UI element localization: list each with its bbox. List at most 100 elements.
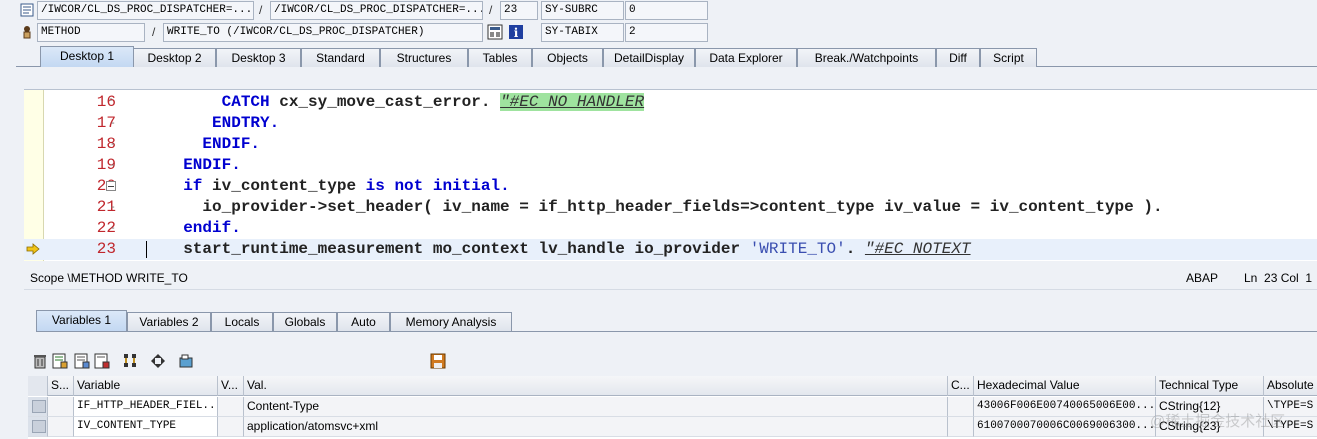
- grid-header: S... Variable V... Val. C... Hexadecimal…: [28, 376, 1317, 396]
- trash-icon[interactable]: [32, 353, 48, 369]
- current-statement-arrow-icon: [26, 243, 40, 255]
- cell-value[interactable]: Content-Type: [244, 397, 948, 417]
- table-row[interactable]: IV_CONTENT_TYPE application/atomsvc+xml …: [28, 417, 1317, 437]
- fold-line: -: [111, 138, 115, 150]
- code-text: CATCH cx_sy_move_cast_error. "#EC NO HAN…: [164, 92, 645, 113]
- separator: /: [489, 3, 493, 17]
- tab-breakpoints[interactable]: Break./Watchpoints: [797, 48, 936, 67]
- tab-desktop-2[interactable]: Desktop 2: [133, 48, 216, 67]
- tab-script[interactable]: Script: [980, 48, 1037, 67]
- method-icon: [23, 26, 31, 39]
- desktop-tabbar: Desktop 1 Desktop 2 Desktop 3 Standard S…: [16, 46, 1317, 67]
- fold-line: -: [111, 222, 115, 234]
- tab-diff[interactable]: Diff: [936, 48, 980, 67]
- column-header-c[interactable]: C...: [948, 376, 974, 396]
- sysvar-label: SY-SUBRC: [541, 1, 624, 20]
- line-number: 16: [96, 93, 116, 111]
- identifier: .: [845, 240, 865, 258]
- tab-variables-2[interactable]: Variables 2: [127, 312, 211, 331]
- row-selector-header[interactable]: [28, 376, 48, 396]
- separator: /: [259, 3, 263, 17]
- column-header-value[interactable]: Val.: [244, 376, 948, 396]
- row-selector[interactable]: [28, 397, 48, 417]
- code-editor[interactable]: 16 ◦ CATCH cx_sy_move_cast_error. "#EC N…: [24, 89, 1317, 261]
- table-row[interactable]: IF_HTTP_HEADER_FIEL... Content-Type 4300…: [28, 397, 1317, 417]
- cell-c: [948, 417, 974, 437]
- row-selector[interactable]: [28, 417, 48, 437]
- cell-c: [948, 397, 974, 417]
- identifier: iv_content_type: [212, 177, 366, 195]
- tab-variables-1[interactable]: Variables 1: [36, 310, 127, 331]
- column-header-technical-type[interactable]: Technical Type: [1156, 376, 1264, 396]
- code-text: ENDIF.: [164, 155, 241, 176]
- cell-hex: 43006F006E00740065006E00...: [974, 397, 1156, 417]
- row-select-box[interactable]: [32, 400, 46, 413]
- event-type-field[interactable]: METHOD: [37, 23, 145, 42]
- include-field[interactable]: /IWCOR/CL_DS_PROC_DISPATCHER=...: [270, 1, 483, 20]
- line-field[interactable]: 23: [500, 1, 538, 20]
- code-line[interactable]: 20 if iv_content_type is not initial.: [24, 176, 1317, 197]
- expand-icon[interactable]: [150, 353, 166, 369]
- local-save-icon[interactable]: [430, 353, 446, 369]
- tab-memory-analysis[interactable]: Memory Analysis: [390, 312, 512, 331]
- table-icon[interactable]: [74, 353, 90, 369]
- fold-line: -: [111, 117, 115, 129]
- keyword: ENDIF.: [164, 156, 241, 174]
- code-text: io_provider->set_header( iv_name = if_ht…: [164, 197, 1162, 218]
- identifier: cx_sy_move_cast_error.: [279, 93, 501, 111]
- code-line[interactable]: 16 ◦ CATCH cx_sy_move_cast_error. "#EC N…: [24, 92, 1317, 113]
- program-icon: [20, 3, 34, 17]
- row-select-box[interactable]: [32, 420, 46, 433]
- code-line[interactable]: 19 - ENDIF.: [24, 155, 1317, 176]
- code-line-current[interactable]: 23 start_runtime_measurement mo_context …: [24, 239, 1317, 260]
- code-line[interactable]: 21 - io_provider->set_header( iv_name = …: [24, 197, 1317, 218]
- object-icon[interactable]: [178, 353, 194, 369]
- tree-icon[interactable]: [122, 353, 138, 369]
- line-number: 21: [96, 198, 116, 216]
- grid-toolbar: [30, 351, 1310, 371]
- fold-toggle-icon[interactable]: [106, 181, 116, 191]
- pragma-comment: "#EC NOTEXT: [864, 240, 971, 258]
- keyword: ENDIF.: [164, 135, 261, 153]
- sysvar-value[interactable]: 2: [625, 23, 708, 42]
- edit-icon[interactable]: [52, 353, 68, 369]
- cell-value[interactable]: application/atomsvc+xml: [244, 417, 948, 437]
- language-label: ABAP: [1186, 271, 1219, 285]
- code-line[interactable]: 18 - ENDIF.: [24, 134, 1317, 155]
- column-header-absolute[interactable]: Absolute: [1264, 376, 1317, 396]
- tab-structures[interactable]: Structures: [380, 48, 468, 67]
- tab-globals[interactable]: Globals: [273, 312, 337, 331]
- cell-variable[interactable]: IV_CONTENT_TYPE: [74, 417, 218, 437]
- tab-tables[interactable]: Tables: [468, 48, 532, 67]
- identifier: start_runtime_measurement mo_context lv_…: [164, 240, 750, 258]
- tab-data-explorer[interactable]: Data Explorer: [695, 48, 797, 67]
- tab-standard[interactable]: Standard: [301, 48, 380, 67]
- tab-locals[interactable]: Locals: [211, 312, 273, 331]
- code-line[interactable]: 17 - ENDTRY.: [24, 113, 1317, 134]
- sysvar-value[interactable]: 0: [625, 1, 708, 20]
- tab-objects[interactable]: Objects: [532, 48, 603, 67]
- column-header-v[interactable]: V...: [218, 376, 244, 396]
- pragma-comment: "#EC NO HANDLER: [500, 93, 645, 111]
- code-line[interactable]: 22 - endif.: [24, 218, 1317, 239]
- save-icon[interactable]: [94, 353, 110, 369]
- column-header-variable[interactable]: Variable: [74, 376, 218, 396]
- variables-tabbar: Variables 1 Variables 2 Locals Globals A…: [36, 310, 1317, 332]
- tab-desktop-3[interactable]: Desktop 3: [216, 48, 301, 67]
- tab-auto[interactable]: Auto: [337, 312, 390, 331]
- info-icon[interactable]: i: [508, 24, 524, 40]
- cell-s: [48, 397, 74, 417]
- cell-hex: 6100700070006C0069006300...: [974, 417, 1156, 437]
- cell-variable[interactable]: IF_HTTP_HEADER_FIEL...: [74, 397, 218, 417]
- code-text: ENDTRY.: [164, 113, 279, 134]
- tab-detail-display[interactable]: DetailDisplay: [603, 48, 695, 67]
- source-code-icon[interactable]: [487, 24, 503, 40]
- variables-grid: S... Variable V... Val. C... Hexadecimal…: [28, 376, 1317, 439]
- event-name-field[interactable]: WRITE_TO (/IWCOR/CL_DS_PROC_DISPATCHER): [163, 23, 483, 42]
- column-header-s[interactable]: S...: [48, 376, 74, 396]
- program-field[interactable]: /IWCOR/CL_DS_PROC_DISPATCHER=...: [37, 1, 254, 20]
- tab-desktop-1[interactable]: Desktop 1: [40, 46, 134, 67]
- line-number: 18: [96, 135, 116, 153]
- keyword: endif.: [164, 219, 241, 237]
- column-header-hex[interactable]: Hexadecimal Value: [974, 376, 1156, 396]
